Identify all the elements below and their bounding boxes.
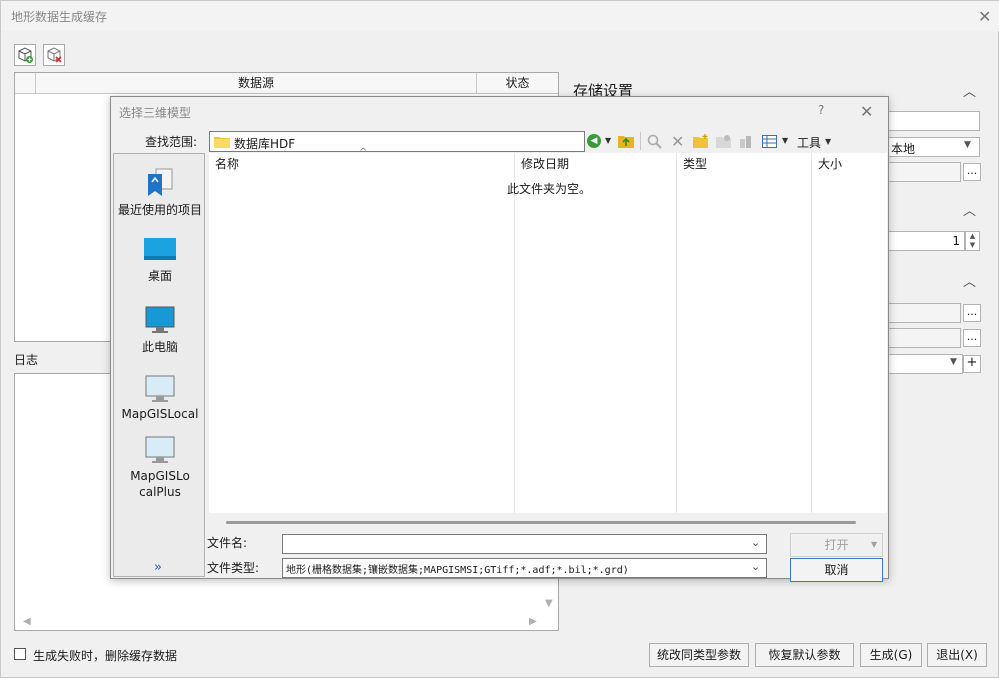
filetype-select[interactable]: 地形(栅格数据集;镶嵌数据集;MAPGISMSI;GTiff;*.adf;*.b…: [282, 558, 767, 578]
section3-path2-input[interactable]: [887, 328, 961, 348]
back-dropdown-icon[interactable]: ▼: [605, 136, 611, 145]
look-in-combo[interactable]: 数据库HDF: [209, 131, 585, 152]
column-size[interactable]: 大小: [818, 153, 842, 175]
empty-folder-message: 此文件夹为空。: [507, 182, 592, 196]
grid-header: 数据源 状态: [15, 73, 558, 94]
place-recent[interactable]: 最近使用的项目: [114, 166, 206, 218]
more-places-button[interactable]: »: [154, 560, 162, 575]
chevron-down-icon: ⌄: [751, 536, 761, 549]
add-model-icon: [18, 47, 33, 63]
collapse-section3-chevron-icon[interactable]: ︿: [963, 271, 976, 290]
dropdown-arrow-icon: ▼: [950, 357, 957, 367]
tools-dropdown-icon[interactable]: ▼: [825, 137, 831, 146]
storage-location-value: 本地: [891, 142, 916, 156]
column-divider: [676, 153, 677, 513]
storage-extra-input[interactable]: [887, 162, 961, 182]
window-close-button[interactable]: ✕: [978, 9, 991, 25]
place-mapgislocal[interactable]: MapGISLocal: [114, 374, 206, 421]
delete-cache-checkbox[interactable]: [14, 648, 26, 660]
place-desktop-label: 桌面: [147, 269, 172, 283]
title-bar: 地形数据生成缓存 ✕: [1, 1, 999, 31]
place-recent-label: 最近使用的项目: [117, 203, 202, 217]
view-dropdown-icon[interactable]: ▼: [782, 136, 788, 145]
file-list[interactable]: ^ 名称 修改日期 类型 大小 此文件夹为空。: [209, 147, 887, 513]
place-desktop[interactable]: 桌面: [114, 236, 206, 284]
grid-column-datasource[interactable]: 数据源: [35, 73, 476, 94]
dialog-title: 选择三维模型: [119, 106, 192, 120]
place-mapgislocalplus-label: MapGISLocalPlus: [130, 469, 190, 499]
section3-select[interactable]: ▼: [887, 354, 963, 374]
computer-icon: [145, 306, 175, 333]
view-menu-icon[interactable]: [762, 135, 777, 148]
collapse-section2-chevron-icon[interactable]: ︿: [963, 200, 976, 219]
dropdown-arrow-icon: ▼: [964, 140, 971, 150]
filename-input[interactable]: ⌄: [282, 534, 767, 554]
section3-browse1-button[interactable]: ...: [963, 304, 981, 322]
add-model-button[interactable]: [14, 44, 36, 66]
chevron-down-icon: ⌄: [751, 560, 761, 573]
remove-model-button[interactable]: [43, 44, 65, 66]
open-dropdown-icon: ▼: [871, 540, 878, 549]
library-icon[interactable]: [739, 134, 755, 148]
monitor-icon: [145, 375, 175, 402]
column-modified[interactable]: 修改日期: [521, 153, 569, 175]
delete-icon[interactable]: ✕: [671, 132, 684, 151]
cancel-button[interactable]: 取消: [790, 558, 883, 582]
apply-same-type-button[interactable]: 统改同类型参数: [649, 643, 749, 667]
storage-path-input[interactable]: [887, 111, 980, 131]
exit-button[interactable]: 退出(X): [927, 643, 987, 667]
select-model-dialog: 选择三维模型 ? ✕ 查找范围: 数据库HDF ◀ ▼ ✕ ▼ 工具 ▼ 最近使…: [110, 96, 889, 582]
recent-items-icon: [148, 168, 173, 196]
place-mapgislocal-label: MapGISLocal: [121, 407, 199, 421]
search-web-icon[interactable]: [647, 134, 662, 149]
remove-model-icon: [47, 47, 62, 63]
place-this-pc-label: 此电脑: [141, 340, 178, 354]
open-button-label: 打开: [824, 538, 849, 552]
level-spin-value: 1: [952, 234, 960, 248]
filetype-value: 地形(栅格数据集;镶嵌数据集;MAPGISMSI;GTiff;*.adf;*.b…: [286, 565, 629, 576]
storage-location-select[interactable]: 本地 ▼: [887, 137, 980, 157]
log-label: 日志: [14, 353, 39, 367]
column-divider: [514, 153, 515, 513]
folder-shortcut-icon[interactable]: [716, 134, 732, 148]
new-folder-icon[interactable]: [693, 134, 709, 148]
window-title: 地形数据生成缓存: [11, 10, 108, 24]
horizontal-scrollbar[interactable]: [226, 521, 856, 524]
section3-path1-input[interactable]: [887, 303, 961, 323]
filetype-label: 文件类型:: [207, 561, 260, 575]
sort-ascending-icon: ^: [359, 147, 368, 158]
tools-menu[interactable]: 工具: [797, 134, 821, 151]
add-item-button[interactable]: +: [963, 355, 981, 373]
column-type[interactable]: 类型: [683, 153, 707, 175]
look-in-label: 查找范围:: [145, 135, 198, 149]
place-this-pc[interactable]: 此电脑: [114, 305, 206, 355]
scroll-left-arrow[interactable]: ◀: [23, 616, 31, 627]
desktop-icon: [144, 238, 176, 260]
up-folder-icon[interactable]: [618, 134, 634, 148]
level-spin-arrows[interactable]: ▲ ▼: [965, 231, 980, 251]
section3-browse2-button[interactable]: ...: [963, 329, 981, 347]
places-bar: 最近使用的项目 桌面 此电脑 MapGISLocal MapGISLocalPl…: [113, 153, 205, 577]
dialog-close-button[interactable]: ✕: [860, 104, 873, 120]
look-in-value: 数据库HDF: [234, 137, 296, 151]
place-mapgislocalplus[interactable]: MapGISLocalPlus: [114, 435, 206, 500]
dialog-help-button[interactable]: ?: [818, 103, 824, 117]
column-name[interactable]: 名称: [215, 153, 239, 175]
column-divider: [811, 153, 812, 513]
level-spin-input[interactable]: 1: [887, 231, 965, 251]
generate-button[interactable]: 生成(G): [860, 643, 922, 667]
filename-label: 文件名:: [207, 536, 248, 550]
delete-cache-label: 生成失败时，删除缓存数据: [33, 649, 178, 663]
folder-icon: [214, 137, 230, 148]
open-button[interactable]: 打开 ▼: [790, 533, 883, 557]
scroll-right-arrow[interactable]: ▶: [529, 616, 537, 627]
toolbar-separator: [640, 132, 641, 150]
storage-browse-button[interactable]: ...: [963, 163, 981, 181]
restore-defaults-button[interactable]: 恢复默认参数: [755, 643, 854, 667]
monitor-icon: [145, 436, 175, 463]
grid-column-status[interactable]: 状态: [476, 73, 558, 94]
back-icon[interactable]: ◀: [587, 134, 601, 148]
collapse-storage-chevron-icon[interactable]: ︿: [963, 81, 976, 100]
scroll-down-arrow[interactable]: ▼: [545, 598, 553, 609]
